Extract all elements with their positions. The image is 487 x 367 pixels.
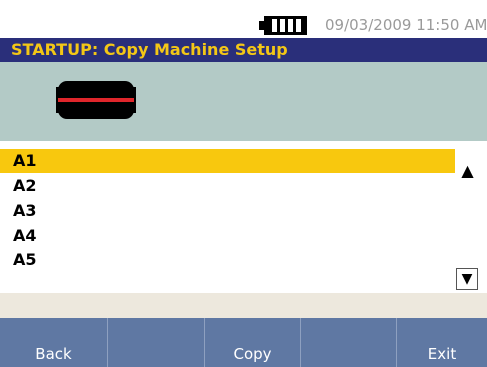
list-item-a3[interactable]: A3 [0, 199, 455, 223]
battery-full-icon [259, 16, 317, 35]
list-item-label: A5 [13, 250, 37, 269]
list-item-label: A4 [13, 226, 37, 245]
message-bar [0, 293, 487, 318]
copy-button[interactable]: Copy [205, 318, 300, 367]
softkey-label: Exit [427, 345, 457, 363]
title-bar: STARTUP: Copy Machine Setup [0, 38, 487, 62]
list-item-a4[interactable]: A4 [0, 224, 455, 248]
exit-button[interactable]: Exit [397, 318, 487, 367]
device-preview [0, 62, 487, 141]
copy-machine-icon [56, 81, 136, 119]
softkey-label: Back [35, 345, 72, 363]
softkey-2[interactable] [108, 318, 204, 367]
list-item-a2[interactable]: A2 [0, 174, 455, 198]
scroll-up-icon[interactable]: ▲ [457, 160, 478, 181]
page-title: STARTUP: Copy Machine Setup [11, 40, 288, 59]
back-button[interactable]: Back [0, 318, 107, 367]
softkey-bar: Back Copy Exit [0, 318, 487, 367]
list-item-a1[interactable]: A1 [0, 149, 455, 173]
datetime: 09/03/2009 11:50 AM [325, 16, 487, 34]
copy-machine-setup-screen: 09/03/2009 11:50 AM STARTUP: Copy Machin… [0, 0, 487, 367]
softkey-4[interactable] [301, 318, 396, 367]
status-bar: 09/03/2009 11:50 AM [0, 0, 487, 38]
list-item-label: A2 [13, 176, 37, 195]
list-item-label: A1 [13, 151, 37, 170]
device-list: A1 A2 A3 A4 A5 [0, 146, 487, 293]
scroll-down-icon[interactable]: ▼ [456, 268, 478, 290]
list-item-label: A3 [13, 201, 37, 220]
list-item-a5[interactable]: A5 [0, 248, 455, 272]
softkey-label: Copy [233, 345, 272, 363]
